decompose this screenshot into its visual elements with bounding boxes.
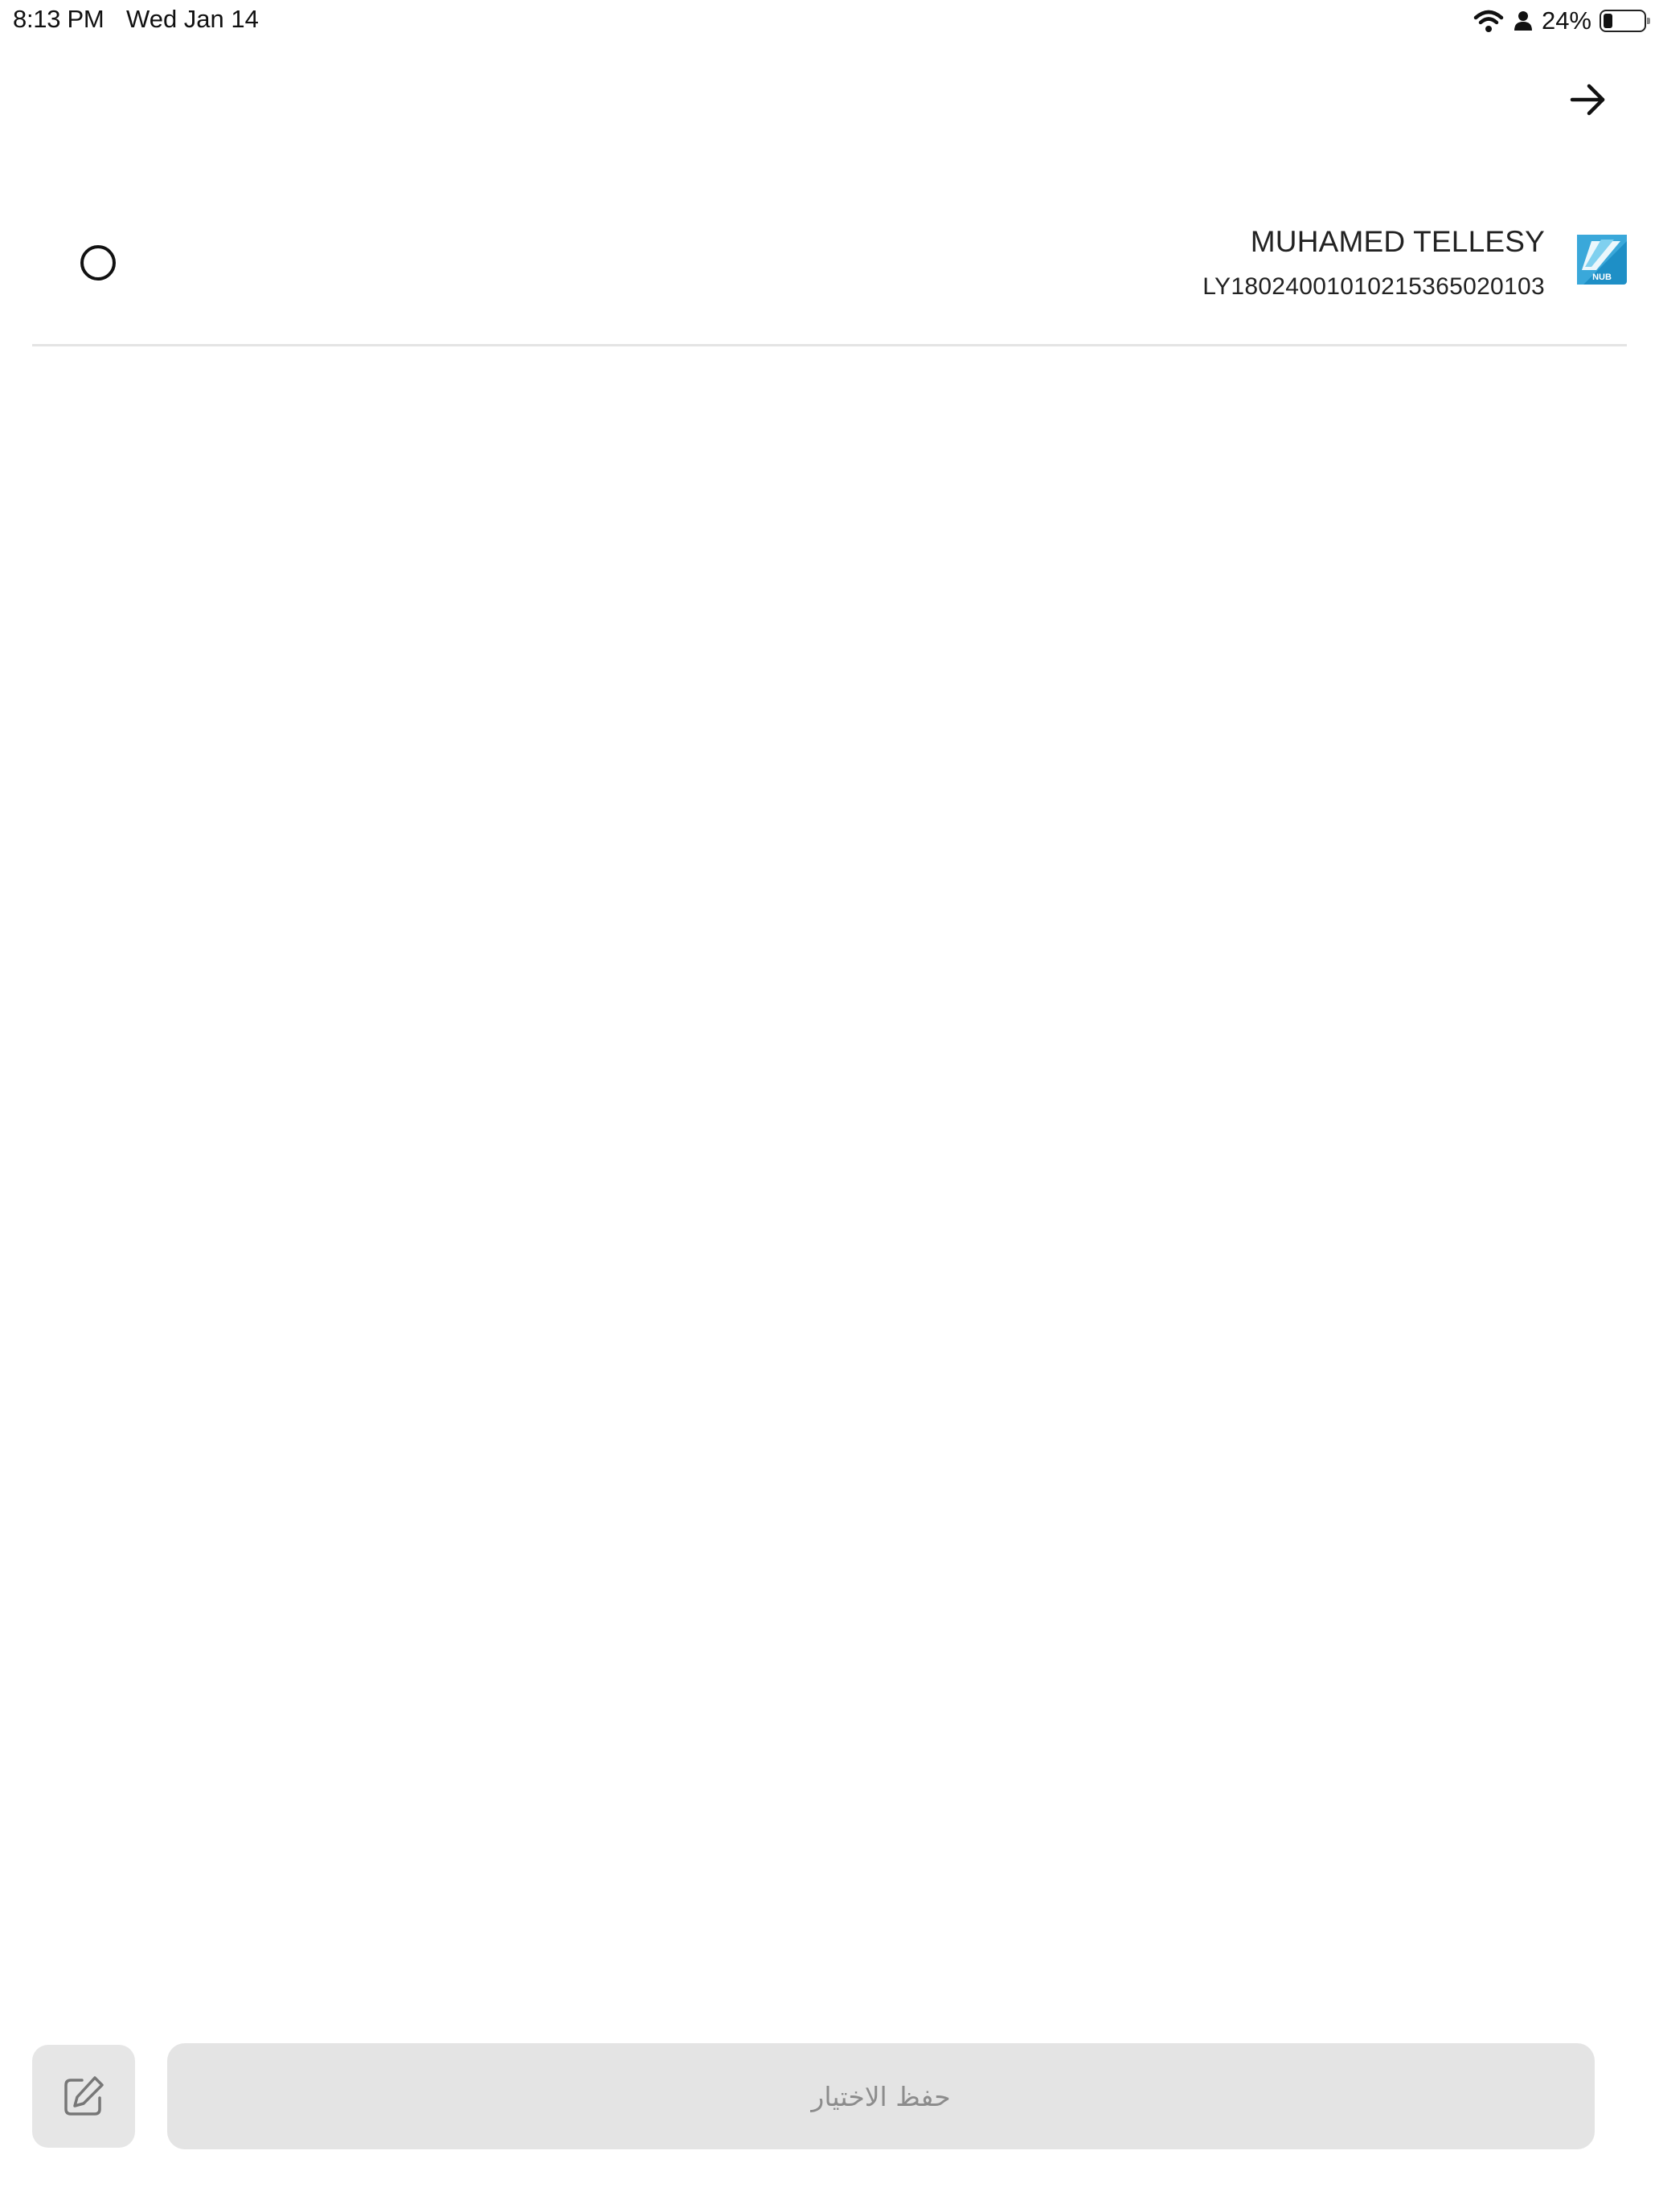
account-holder-name: MUHAMED TELLESY [1250, 225, 1545, 258]
account-radio-button[interactable] [80, 245, 116, 281]
bank-logo-text: NUB [1592, 272, 1612, 282]
edit-button[interactable] [32, 2045, 135, 2148]
wifi-icon [1473, 10, 1504, 32]
save-selection-button[interactable]: حفظ الاختيار [167, 2043, 1595, 2149]
battery-percent: 24% [1541, 6, 1591, 35]
status-indicators: 24% [1473, 6, 1651, 35]
account-iban: LY18024001010215365020103 [1202, 273, 1545, 300]
person-icon [1514, 11, 1532, 31]
account-list-item[interactable]: MUHAMED TELLESY LY1802400101021536502010… [32, 201, 1627, 346]
arrow-right-icon[interactable] [1567, 79, 1609, 121]
status-time: 8:13 PM [13, 5, 104, 33]
battery-icon [1600, 10, 1650, 32]
status-bar: 8:13 PM Wed Jan 14 24% [0, 0, 1659, 42]
edit-icon [64, 2076, 104, 2116]
bank-logo: NUB [1577, 235, 1627, 285]
battery-level [1604, 14, 1612, 28]
status-date: Wed Jan 14 [126, 5, 259, 33]
